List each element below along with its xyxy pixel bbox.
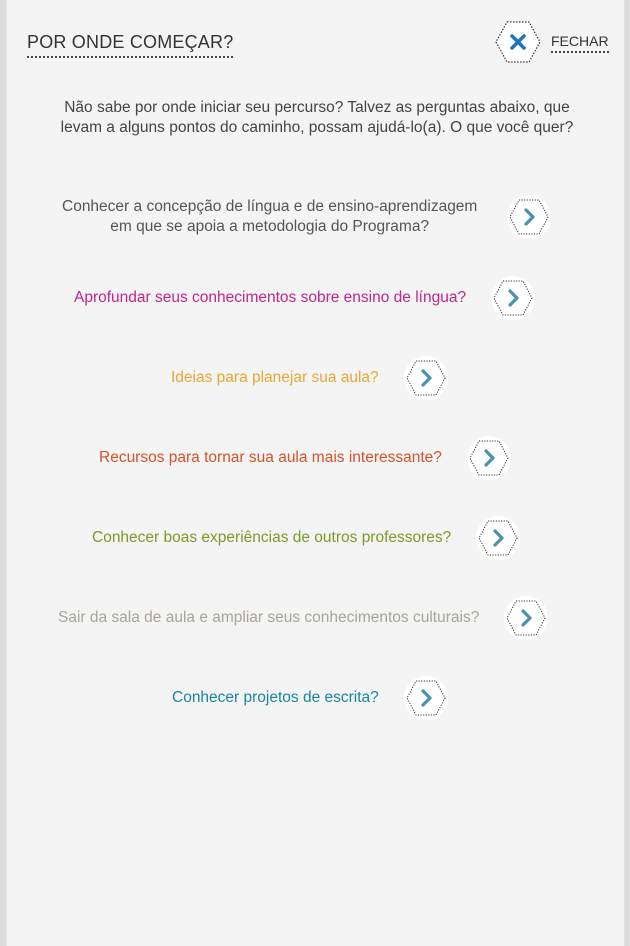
- option-culture[interactable]: Sair da sala de aula e ampliar seus conh…: [58, 595, 549, 641]
- close-link[interactable]: FECHAR: [551, 33, 609, 53]
- option-label: Conhecer a concepção de língua e de ensi…: [62, 198, 478, 235]
- option-label: Conhecer boas experiências de outros pro…: [92, 529, 452, 546]
- page-title: POR ONDE COMEÇAR?: [27, 32, 234, 58]
- option-label: Ideias para planejar sua aula?: [171, 369, 379, 386]
- chevron-right-icon[interactable]: [475, 515, 521, 561]
- close-icon: [495, 21, 541, 63]
- option-resources[interactable]: Recursos para tornar sua aula mais inter…: [99, 435, 512, 481]
- option-label: Aprofundar seus conhecimentos sobre ensi…: [74, 289, 467, 306]
- option-label: Sair da sala de aula e ampliar seus conh…: [58, 609, 480, 626]
- option-language-concept[interactable]: Conhecer a concepção de língua e de ensi…: [62, 194, 552, 240]
- chevron-right-icon[interactable]: [403, 355, 449, 401]
- chevron-right-icon[interactable]: [490, 275, 536, 321]
- chevron-right-icon[interactable]: [503, 595, 549, 641]
- chevron-right-icon[interactable]: [506, 194, 552, 240]
- option-label: Recursos para tornar sua aula mais inter…: [99, 449, 442, 466]
- option-label: Conhecer projetos de escrita?: [172, 689, 379, 706]
- intro-text: Não sabe por onde iniciar seu percurso? …: [29, 98, 605, 138]
- chevron-right-icon[interactable]: [403, 675, 449, 721]
- intro-line-2: levam a alguns pontos do caminho, possam…: [60, 119, 574, 136]
- option-experiences[interactable]: Conhecer boas experiências de outros pro…: [92, 515, 521, 561]
- start-here-panel: POR ONDE COMEÇAR? FECHAR Não sabe por on…: [6, 0, 625, 946]
- option-writing-projects[interactable]: Conhecer projetos de escrita?: [172, 675, 449, 721]
- chevron-right-icon[interactable]: [466, 435, 512, 481]
- option-deepen-knowledge[interactable]: Aprofundar seus conhecimentos sobre ensi…: [74, 275, 536, 321]
- intro-line-1: Não sabe por onde iniciar seu percurso? …: [64, 99, 570, 116]
- close-button[interactable]: [494, 19, 542, 65]
- option-plan-class[interactable]: Ideias para planejar sua aula?: [171, 355, 449, 401]
